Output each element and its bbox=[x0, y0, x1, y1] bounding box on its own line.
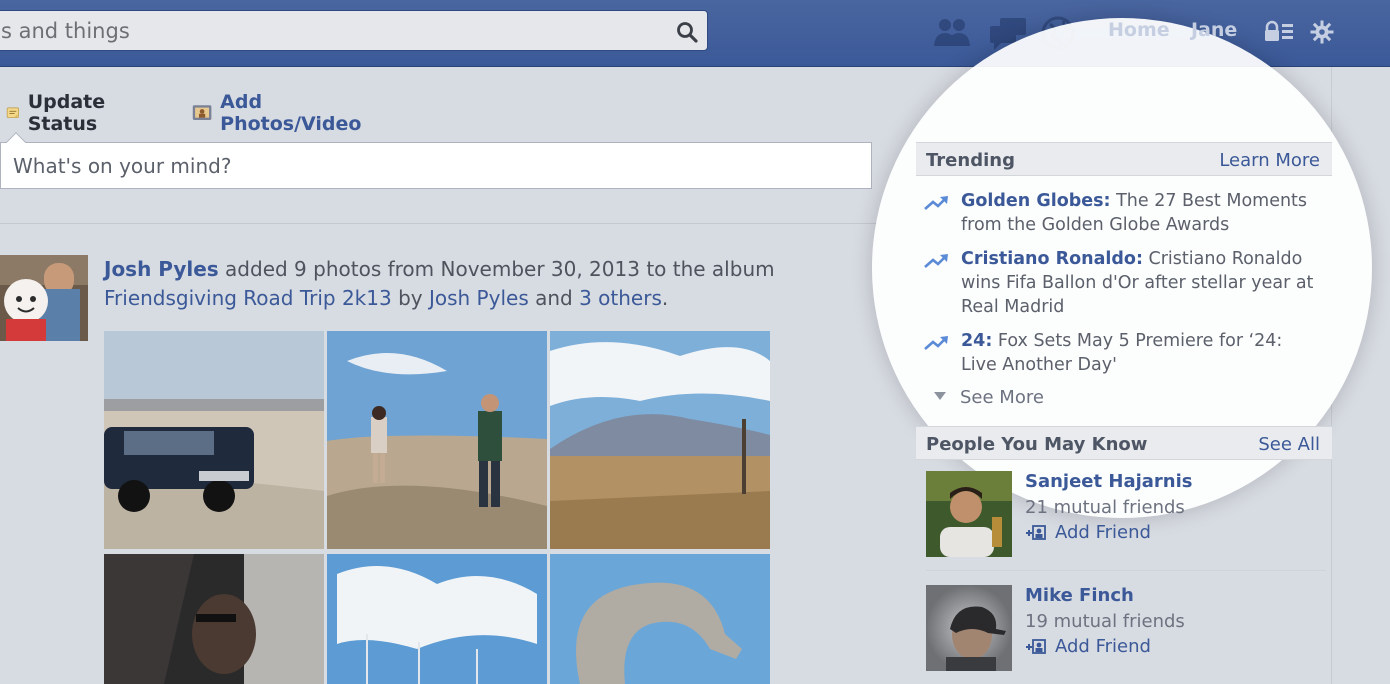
magnifier-icon[interactable] bbox=[675, 20, 699, 44]
album-photo[interactable] bbox=[550, 331, 770, 549]
status-note-icon bbox=[6, 107, 19, 118]
pymk-name[interactable]: Sanjeet Hajarnis bbox=[1025, 471, 1192, 492]
profile-link[interactable]: Jane bbox=[1191, 19, 1237, 41]
story-text-4: . bbox=[661, 286, 669, 310]
status-composer[interactable] bbox=[0, 132, 872, 189]
pymk-name[interactable]: Mike Finch bbox=[1025, 585, 1134, 606]
story-avatar[interactable] bbox=[0, 255, 88, 341]
add-friend-button[interactable]: Add Friend bbox=[1025, 522, 1151, 543]
trending-arrow-icon bbox=[924, 254, 948, 268]
trending-title: Trending bbox=[926, 150, 1015, 171]
trending-arrow-icon bbox=[924, 196, 948, 210]
album-photo[interactable] bbox=[104, 554, 324, 684]
trending-topic[interactable]: Golden Globes: bbox=[961, 191, 1111, 211]
add-friend-button[interactable]: Add Friend bbox=[1025, 636, 1151, 657]
trending-topic[interactable]: 24: bbox=[961, 331, 992, 351]
story-others-link[interactable]: 3 others bbox=[579, 286, 662, 310]
pymk-mutual[interactable]: 19 mutual friends bbox=[1025, 611, 1185, 632]
pymk-separator bbox=[926, 570, 1326, 571]
trending-headline: Fox Sets May 5 Premiere for ‘24: Live An… bbox=[961, 331, 1283, 375]
trending-topic[interactable]: Cristiano Ronaldo: bbox=[961, 249, 1143, 269]
album-photo[interactable] bbox=[550, 554, 770, 684]
story-album-link[interactable]: Friendsgiving Road Trip 2k13 bbox=[104, 286, 392, 310]
pymk-header: People You May Know See All bbox=[916, 426, 1332, 460]
avatar[interactable] bbox=[926, 585, 1012, 671]
trending-item[interactable]: 24: Fox Sets May 5 Premiere for ‘24: Liv… bbox=[924, 329, 1324, 377]
update-status-label: Update Status bbox=[27, 91, 106, 135]
trending-arrow-icon bbox=[924, 336, 948, 350]
story-actor-link[interactable]: Josh Pyles bbox=[104, 257, 219, 281]
gear-icon[interactable] bbox=[1310, 20, 1334, 44]
album-photo[interactable] bbox=[104, 331, 324, 549]
story-text-3: and bbox=[528, 286, 580, 310]
triangle-down-icon bbox=[934, 392, 946, 400]
story-author-link[interactable]: Josh Pyles bbox=[429, 286, 529, 310]
learn-more-link[interactable]: Learn More bbox=[1219, 150, 1320, 171]
pymk-item: Mike Finch 19 mutual friends Add Friend bbox=[926, 585, 1326, 675]
add-friend-icon bbox=[1026, 638, 1046, 654]
story-text-1: added 9 photos from November 30, 2013 to… bbox=[218, 257, 775, 281]
pymk-mutual[interactable]: 21 mutual friends bbox=[1025, 497, 1185, 518]
photo-icon bbox=[192, 105, 212, 120]
home-link[interactable]: Home bbox=[1108, 19, 1170, 41]
update-status-tab[interactable]: Update Status bbox=[6, 91, 115, 135]
trending-item[interactable]: Cristiano Ronaldo: Cristiano Ronaldo win… bbox=[924, 247, 1324, 319]
search-input[interactable] bbox=[0, 11, 655, 50]
see-all-link[interactable]: See All bbox=[1258, 434, 1320, 455]
album-photo[interactable] bbox=[327, 554, 547, 684]
pymk-title: People You May Know bbox=[926, 434, 1148, 455]
album-photo[interactable] bbox=[327, 331, 547, 549]
add-friend-label: Add Friend bbox=[1055, 636, 1151, 657]
search-box[interactable] bbox=[0, 10, 708, 51]
friend-requests-icon[interactable] bbox=[932, 16, 972, 48]
pymk-item: Sanjeet Hajarnis 21 mutual friends Add F… bbox=[926, 471, 1326, 561]
story-text-2: by bbox=[391, 286, 429, 310]
avatar[interactable] bbox=[926, 471, 1012, 557]
story-text: Josh Pyles added 9 photos from November … bbox=[104, 255, 824, 313]
add-friend-label: Add Friend bbox=[1055, 522, 1151, 543]
status-input[interactable] bbox=[1, 143, 871, 188]
add-friend-icon bbox=[1026, 524, 1046, 540]
right-column: Trending Learn More Golden Globes: The 2… bbox=[916, 67, 1332, 684]
add-photos-tab[interactable]: Add Photos/Video bbox=[192, 91, 367, 135]
trending-header: Trending Learn More bbox=[916, 142, 1332, 176]
composer-divider bbox=[0, 223, 878, 224]
trending-item[interactable]: Golden Globes: The 27 Best Moments from … bbox=[924, 189, 1324, 237]
privacy-lock-icon[interactable] bbox=[1263, 20, 1295, 44]
add-photos-label: Add Photos/Video bbox=[220, 91, 362, 135]
see-more-label: See More bbox=[960, 387, 1044, 408]
see-more-link[interactable]: See More bbox=[924, 387, 1044, 408]
